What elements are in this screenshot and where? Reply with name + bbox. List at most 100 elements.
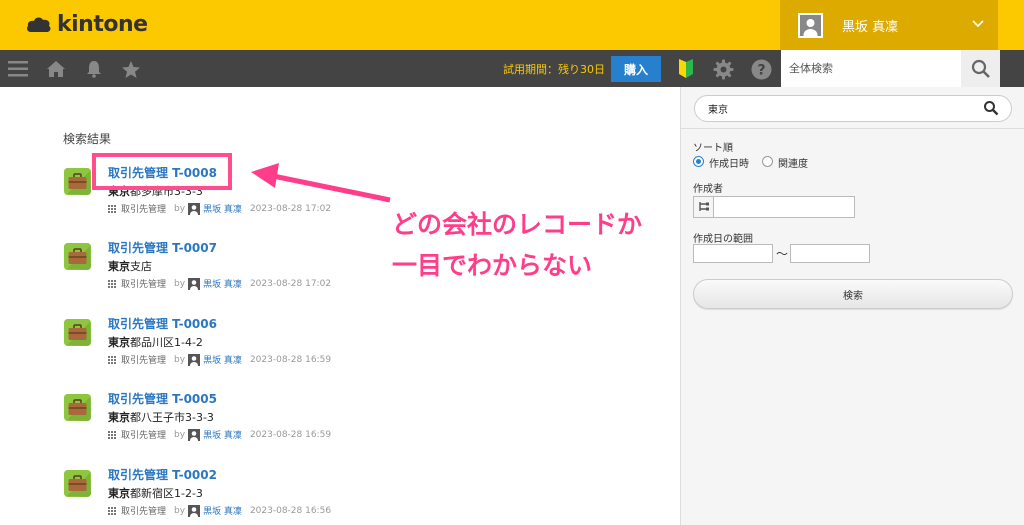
annotation-line-1: どの会社のレコードか — [392, 210, 643, 239]
gear-icon[interactable] — [712, 58, 734, 80]
date-to-input[interactable] — [790, 244, 870, 263]
result-app-name[interactable]: 取引先管理 — [121, 353, 166, 366]
sort-option-created[interactable]: 作成日時 — [709, 155, 749, 170]
date-from-input[interactable] — [693, 244, 773, 263]
global-search-input[interactable] — [781, 50, 961, 87]
annotation-text: どの会社のレコードか 一目でわからない — [392, 204, 642, 286]
snippet-match: 東京 — [108, 411, 130, 424]
result-title-link[interactable]: 取引先管理 T-0002 — [108, 466, 217, 483]
snippet-match: 東京 — [108, 336, 130, 349]
app-grid-icon — [108, 430, 116, 439]
result-meta: 取引先管理 by 黒坂 真凜 2023-08-28 16:56 — [108, 504, 331, 517]
results-heading: 検索結果 — [63, 132, 112, 146]
result-user-link[interactable]: 黒坂 真凜 — [203, 202, 242, 215]
avatar — [188, 504, 201, 517]
by-label: by — [174, 429, 186, 440]
app-grid-icon — [108, 506, 116, 515]
snippet-rest: 支店 — [130, 260, 152, 273]
divider — [681, 128, 1024, 129]
result-user-link[interactable]: 黒坂 真凜 — [203, 428, 242, 441]
sort-radio-created[interactable] — [693, 156, 704, 167]
help-icon[interactable]: ? — [750, 58, 772, 80]
search-result-item: 取引先管理 T-0006 東京都品川区1-4-2 取引先管理 by 黒坂 真凜 … — [64, 315, 624, 375]
result-snippet: 東京都八王子市3-3-3 — [108, 409, 214, 425]
sort-order-label: ソート順 — [693, 143, 733, 154]
svg-text:?: ? — [757, 62, 765, 78]
org-tree-button[interactable] — [693, 196, 714, 218]
result-user-link[interactable]: 黒坂 真凜 — [203, 504, 242, 517]
trial-period-text: 試用期間：残り30日 — [503, 63, 605, 76]
buy-button[interactable]: 購入 — [611, 56, 661, 82]
avatar — [188, 277, 201, 290]
result-app-name[interactable]: 取引先管理 — [121, 504, 166, 517]
sort-option-relevance[interactable]: 関連度 — [778, 155, 808, 170]
by-label: by — [174, 505, 186, 516]
search-button[interactable]: 検索 — [693, 279, 1013, 309]
search-result-item: 取引先管理 T-0005 東京都八王子市3-3-3 取引先管理 by 黒坂 真凜… — [64, 390, 624, 450]
search-icon[interactable] — [983, 100, 999, 116]
home-icon[interactable] — [45, 58, 67, 80]
chevron-down-icon[interactable] — [971, 17, 985, 31]
snippet-match: 東京 — [108, 487, 130, 500]
result-meta: 取引先管理 by 黒坂 真凜 2023-08-28 16:59 — [108, 353, 331, 366]
result-snippet: 東京都品川区1-4-2 — [108, 334, 203, 350]
snippet-rest: 都新宿区1-2-3 — [130, 487, 203, 500]
briefcase-app-icon[interactable] — [64, 394, 91, 421]
result-app-name[interactable]: 取引先管理 — [121, 428, 166, 441]
star-icon[interactable] — [120, 58, 142, 80]
avatar — [798, 12, 823, 38]
result-meta: 取引先管理 by 黒坂 真凜 2023-08-28 17:02 — [108, 277, 331, 290]
by-label: by — [174, 203, 186, 214]
search-icon — [971, 59, 990, 78]
global-search-button[interactable] — [961, 50, 1000, 87]
keyword-search-input[interactable] — [694, 95, 1012, 122]
snippet-rest: 都八王子市3-3-3 — [130, 411, 214, 424]
result-user-link[interactable]: 黒坂 真凜 — [203, 277, 242, 290]
briefcase-app-icon[interactable] — [64, 319, 91, 346]
result-date: 2023-08-28 16:59 — [249, 429, 332, 440]
header-bar: kintone 黒坂 真凜 — [0, 0, 1024, 50]
result-date: 2023-08-28 16:56 — [249, 505, 332, 516]
date-range-separator: 〜 — [776, 247, 789, 261]
date-range-label: 作成日の範囲 — [693, 234, 753, 245]
kintone-logo[interactable]: kintone — [26, 12, 148, 37]
annotation-line-2: 一目でわからない — [392, 251, 593, 280]
result-date: 2023-08-28 17:02 — [249, 278, 332, 289]
result-date: 2023-08-28 16:59 — [249, 354, 332, 365]
creator-field[interactable] — [693, 196, 855, 218]
briefcase-app-icon[interactable] — [64, 470, 91, 497]
result-meta: 取引先管理 by 黒坂 真凜 2023-08-28 16:59 — [108, 428, 331, 441]
sort-radio-relevance[interactable] — [762, 156, 773, 167]
result-title-link[interactable]: 取引先管理 T-0007 — [108, 239, 217, 256]
result-snippet: 東京支店 — [108, 258, 152, 274]
app-grid-icon — [108, 279, 116, 288]
menu-icon[interactable] — [7, 58, 29, 80]
result-title-link[interactable]: 取引先管理 T-0006 — [108, 315, 217, 332]
result-snippet: 東京都新宿区1-2-3 — [108, 485, 203, 501]
cloud-logo-icon — [27, 16, 51, 32]
result-app-name[interactable]: 取引先管理 — [121, 277, 166, 290]
search-result-item: 取引先管理 T-0002 東京都新宿区1-2-3 取引先管理 by 黒坂 真凜 … — [64, 466, 624, 525]
briefcase-app-icon[interactable] — [64, 168, 91, 195]
bell-icon[interactable] — [83, 58, 105, 80]
highlight-box — [92, 153, 232, 190]
avatar — [188, 353, 201, 366]
app-grid-icon — [108, 355, 116, 364]
org-tree-icon — [698, 202, 709, 211]
by-label: by — [174, 278, 186, 289]
avatar — [188, 202, 201, 215]
beginner-mark-icon[interactable] — [675, 58, 697, 80]
result-user-link[interactable]: 黒坂 真凜 — [203, 353, 242, 366]
result-app-name[interactable]: 取引先管理 — [121, 202, 166, 215]
user-menu[interactable]: 黒坂 真凜 — [780, 0, 998, 50]
by-label: by — [174, 354, 186, 365]
avatar — [188, 428, 201, 441]
snippet-rest: 都品川区1-4-2 — [130, 336, 203, 349]
result-title-link[interactable]: 取引先管理 T-0005 — [108, 390, 217, 407]
arrow-icon — [251, 163, 391, 203]
logo-text: kintone — [57, 12, 148, 37]
snippet-match: 東京 — [108, 260, 130, 273]
briefcase-app-icon[interactable] — [64, 243, 91, 270]
creator-label: 作成者 — [693, 184, 723, 195]
user-name: 黒坂 真凜 — [842, 19, 899, 35]
